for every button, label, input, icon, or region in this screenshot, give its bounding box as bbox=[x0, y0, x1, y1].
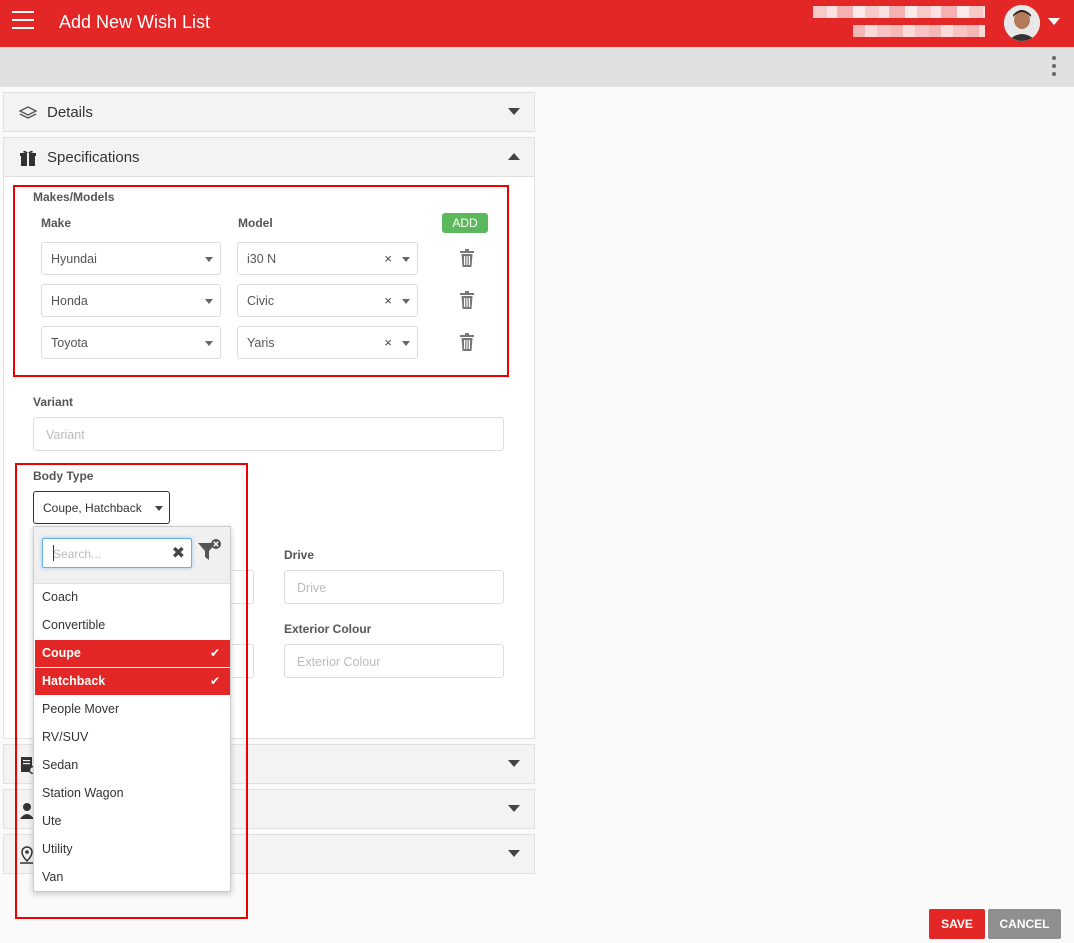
exterior-colour-input[interactable]: Exterior Colour bbox=[284, 644, 504, 678]
details-panel[interactable]: Details bbox=[3, 92, 535, 132]
highlight-makes-models bbox=[13, 185, 509, 377]
highlight-body-type bbox=[15, 463, 248, 919]
drive-input[interactable]: Drive bbox=[284, 570, 504, 604]
specifications-panel-header[interactable]: Specifications bbox=[3, 137, 535, 177]
variant-input[interactable]: Variant bbox=[33, 417, 504, 451]
page-title: Add New Wish List bbox=[59, 12, 211, 32]
variant-label: Variant bbox=[33, 395, 74, 409]
chevron-down-icon[interactable] bbox=[508, 850, 520, 857]
toolbar bbox=[0, 47, 1074, 87]
app-header: Add New Wish List bbox=[0, 0, 1074, 47]
user-name-redacted bbox=[813, 6, 985, 40]
chevron-up-icon[interactable] bbox=[508, 153, 520, 160]
save-button[interactable]: SAVE bbox=[929, 909, 985, 939]
chevron-down-icon[interactable] bbox=[508, 805, 520, 812]
cancel-button[interactable]: CANCEL bbox=[988, 909, 1061, 939]
chevron-down-icon[interactable] bbox=[508, 108, 520, 115]
chevron-down-icon[interactable] bbox=[508, 760, 520, 767]
avatar[interactable] bbox=[1004, 5, 1040, 41]
layers-icon bbox=[19, 106, 37, 119]
chevron-down-icon[interactable] bbox=[1048, 18, 1060, 25]
specifications-panel-title: Specifications bbox=[47, 149, 140, 166]
gift-icon bbox=[20, 150, 36, 166]
details-panel-title: Details bbox=[47, 104, 93, 121]
hamburger-menu-icon[interactable] bbox=[12, 11, 36, 33]
more-options-icon[interactable] bbox=[1050, 56, 1058, 78]
drive-label: Drive bbox=[284, 548, 315, 562]
exterior-colour-label: Exterior Colour bbox=[284, 622, 372, 636]
